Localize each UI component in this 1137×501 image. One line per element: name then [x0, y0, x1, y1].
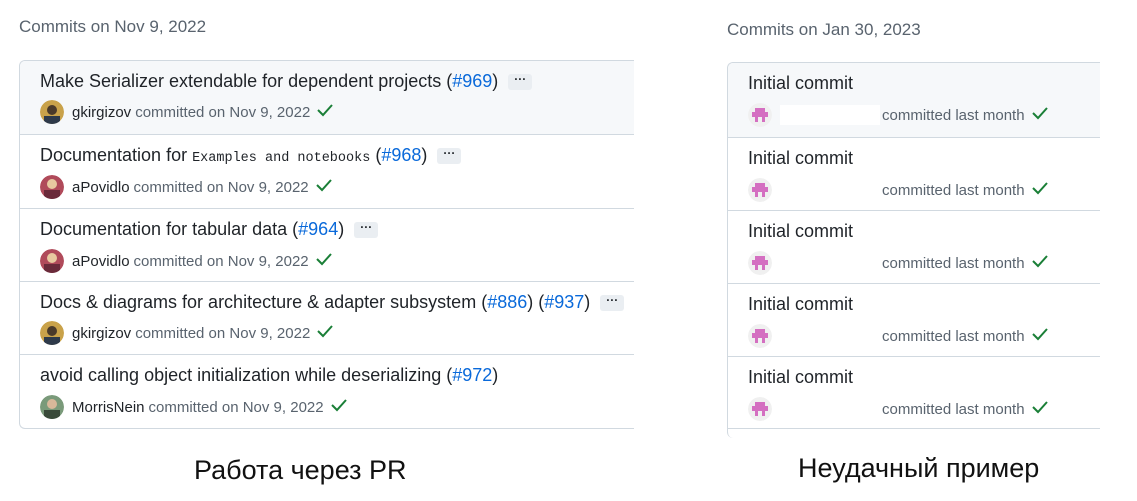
redacted-author — [780, 399, 880, 419]
commit-date: committed on Nov 9, 2022 — [133, 252, 309, 270]
check-icon[interactable] — [1031, 327, 1049, 345]
commit-title[interactable]: Documentation for tabular data (#964) ··· — [40, 219, 379, 240]
expand-message-button[interactable]: ··· — [437, 147, 462, 165]
author-name[interactable]: gkirgizov — [72, 104, 131, 121]
author-name[interactable]: aPovidlo — [72, 253, 130, 270]
pr-link[interactable]: #968 — [381, 145, 421, 165]
identicon-avatar[interactable] — [748, 324, 772, 348]
commit-title[interactable]: Initial commit — [748, 148, 853, 169]
commit-meta: aPovidlo committed on Nov 9, 2022 — [40, 175, 333, 199]
commit-date: committed last month — [882, 254, 1025, 272]
author-name[interactable]: aPovidlo — [72, 179, 130, 196]
commit-meta: committed last month — [748, 397, 1049, 421]
commit-meta: gkirgizov committed on Nov 9, 2022 — [40, 321, 334, 345]
commit-title-text[interactable]: Docs & diagrams for architecture & adapt… — [40, 292, 481, 312]
left-caption: Работа через PR — [194, 455, 407, 485]
author-name[interactable]: MorrisNein — [72, 399, 145, 416]
commit-meta: gkirgizov committed on Nov 9, 2022 — [40, 100, 334, 124]
pr-link[interactable]: #964 — [298, 219, 338, 239]
commit-meta: committed last month — [748, 251, 1049, 275]
pr-link[interactable]: #937 — [544, 292, 584, 312]
check-icon[interactable] — [1031, 181, 1049, 199]
commit-row: Initial commit committed last month — [728, 356, 1100, 429]
commit-row: Initial commit committed last month — [728, 137, 1100, 210]
commit-row: Initial commit committed last month — [728, 283, 1100, 356]
commit-date: committed last month — [882, 106, 1025, 124]
left-commit-list: Make Serializer extendable for dependent… — [19, 60, 634, 429]
commit-date: committed last month — [882, 181, 1025, 199]
commit-title[interactable]: Initial commit — [748, 294, 853, 315]
code-span[interactable]: Examples and notebooks — [192, 151, 370, 166]
commit-title-text[interactable]: avoid calling object initialization whil… — [40, 365, 446, 385]
expand-message-button[interactable]: ··· — [354, 221, 379, 239]
right-commit-group-heading: Commits on Jan 30, 2023 — [727, 20, 921, 39]
avatar[interactable] — [40, 249, 64, 273]
check-icon[interactable] — [315, 252, 333, 270]
identicon-avatar[interactable] — [748, 251, 772, 275]
redacted-author — [780, 180, 880, 200]
commit-title-spacer — [370, 145, 375, 165]
check-icon[interactable] — [315, 178, 333, 196]
redacted-author — [780, 253, 880, 273]
expand-message-button[interactable]: ··· — [600, 294, 625, 312]
commit-title-text[interactable]: Documentation for — [40, 145, 192, 165]
right-commit-list: Initial commit committed last month Init… — [727, 62, 1100, 438]
commit-meta: committed last month — [748, 324, 1049, 348]
avatar[interactable] — [40, 321, 64, 345]
commit-meta: aPovidlo committed on Nov 9, 2022 — [40, 249, 333, 273]
check-icon[interactable] — [316, 103, 334, 121]
expand-message-button[interactable]: ··· — [508, 73, 533, 91]
avatar[interactable] — [40, 395, 64, 419]
commit-row: Make Serializer extendable for dependent… — [20, 61, 634, 134]
commit-date: committed on Nov 9, 2022 — [148, 398, 324, 416]
commit-row: Initial commit committed last month — [728, 210, 1100, 283]
pr-link[interactable]: #969 — [452, 71, 492, 91]
commit-meta: committed last month — [748, 178, 1049, 202]
commit-date: committed last month — [882, 400, 1025, 418]
commit-title[interactable]: Documentation for Examples and notebooks… — [40, 145, 462, 166]
author-name[interactable]: gkirgizov — [72, 325, 131, 342]
check-icon[interactable] — [316, 324, 334, 342]
commit-meta: MorrisNein committed on Nov 9, 2022 — [40, 395, 348, 419]
identicon-avatar[interactable] — [748, 178, 772, 202]
check-icon[interactable] — [1031, 106, 1049, 124]
commit-row: Initial commit committed last month — [728, 63, 1100, 137]
commit-title-text[interactable]: Make Serializer extendable for dependent… — [40, 71, 446, 91]
commit-title[interactable]: Initial commit — [748, 221, 853, 242]
redacted-author — [780, 105, 880, 125]
check-icon[interactable] — [330, 398, 348, 416]
commit-row: Documentation for Examples and notebooks… — [20, 134, 634, 208]
avatar[interactable] — [40, 175, 64, 199]
identicon-avatar[interactable] — [748, 103, 772, 127]
avatar[interactable] — [40, 100, 64, 124]
commit-date: committed on Nov 9, 2022 — [133, 178, 309, 196]
commit-row: Docs & diagrams for architecture & adapt… — [20, 281, 634, 354]
commit-title[interactable]: Make Serializer extendable for dependent… — [40, 71, 533, 92]
check-icon[interactable] — [1031, 400, 1049, 418]
commit-title[interactable]: Initial commit — [748, 367, 853, 388]
commit-title-text[interactable]: Documentation for tabular data — [40, 219, 292, 239]
commit-date: committed on Nov 9, 2022 — [135, 103, 311, 121]
pr-link[interactable]: #972 — [452, 365, 492, 385]
pr-link[interactable]: #886 — [487, 292, 527, 312]
commit-date: committed on Nov 9, 2022 — [135, 324, 311, 342]
commit-title[interactable]: Initial commit — [748, 73, 853, 94]
commit-row: Documentation for tabular data (#964) ···… — [20, 208, 634, 281]
commit-date: committed last month — [882, 327, 1025, 345]
check-icon[interactable] — [1031, 254, 1049, 272]
identicon-avatar[interactable] — [748, 397, 772, 421]
commit-title[interactable]: Docs & diagrams for architecture & adapt… — [40, 292, 625, 313]
right-caption: Неудачный пример — [798, 453, 1040, 483]
redacted-author — [780, 326, 880, 346]
commit-row: avoid calling object initialization whil… — [20, 354, 634, 428]
commit-meta: committed last month — [748, 103, 1049, 127]
commit-title[interactable]: avoid calling object initialization whil… — [40, 365, 498, 386]
left-commit-group-heading: Commits on Nov 9, 2022 — [19, 17, 207, 36]
